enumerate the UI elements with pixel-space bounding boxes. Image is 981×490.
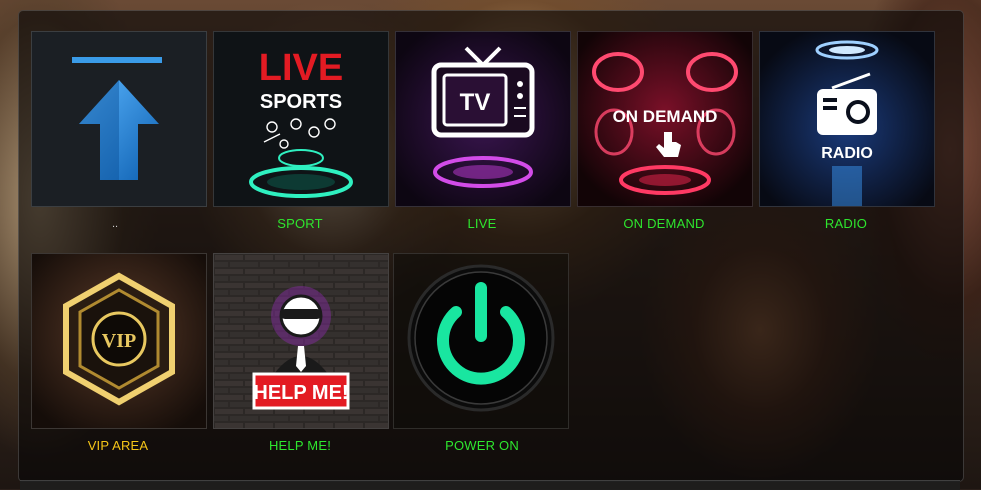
svg-text:RADIO: RADIO	[821, 145, 873, 162]
label-power-on[interactable]: POWER ON	[392, 438, 572, 453]
help-me-art: HELP ME!	[214, 254, 388, 428]
tile-vip-area[interactable]: VIP	[31, 253, 207, 429]
label-on-demand[interactable]: ON DEMAND	[574, 216, 754, 231]
tv-icon: TV	[396, 32, 570, 206]
up-label: ..	[112, 218, 119, 230]
up-arrow-icon	[72, 57, 162, 180]
live-sports-art: LIVE SPORTS	[214, 32, 388, 206]
label-live[interactable]: LIVE	[392, 216, 572, 231]
svg-text:TV: TV	[460, 89, 491, 116]
tile-on-demand[interactable]: ON DEMAND	[577, 31, 753, 207]
tile-radio[interactable]: RADIO	[759, 31, 935, 207]
tile-power-on[interactable]	[393, 253, 569, 429]
svg-text:LIVE: LIVE	[259, 47, 343, 89]
tile-up[interactable]	[31, 31, 207, 207]
tile-help-me[interactable]: HELP ME!	[213, 253, 389, 429]
svg-text:VIP: VIP	[102, 330, 136, 352]
label-radio[interactable]: RADIO	[756, 216, 936, 231]
on-demand-art: ON DEMAND	[578, 32, 752, 206]
svg-text:SPORTS: SPORTS	[260, 91, 342, 113]
power-icon	[407, 264, 555, 412]
radio-icon: RADIO	[760, 32, 934, 206]
tile-live[interactable]: TV	[395, 31, 571, 207]
svg-text:ON DEMAND: ON DEMAND	[613, 107, 718, 126]
svg-text:HELP ME!: HELP ME!	[253, 382, 348, 404]
tile-sport[interactable]: LIVE SPORTS	[213, 31, 389, 207]
label-help-me[interactable]: HELP ME!	[210, 438, 390, 453]
label-sport[interactable]: SPORT	[210, 216, 390, 231]
label-vip-area[interactable]: VIP AREA	[28, 438, 208, 453]
vip-badge: VIP	[32, 254, 206, 428]
